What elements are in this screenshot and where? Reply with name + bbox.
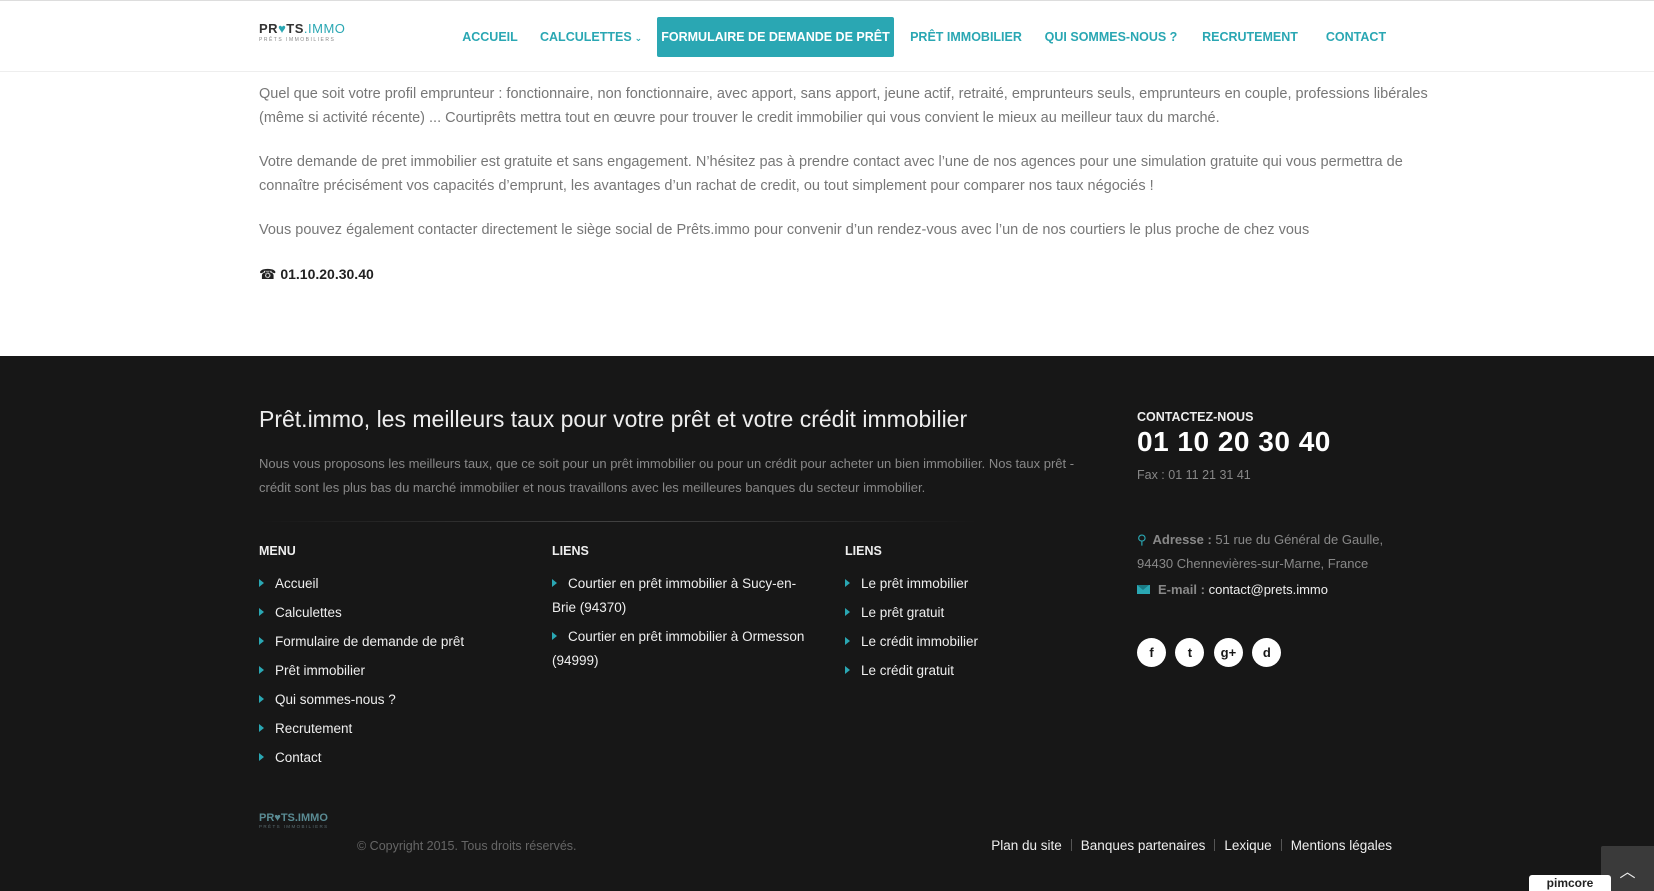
site-footer: Prêt.immo, les meilleurs taux pour votre…	[0, 356, 1654, 891]
footer-link-item[interactable]: Courtier en prêt immobilier à Sucy-en-Br…	[552, 572, 817, 620]
contact-fax: Fax : 01 11 21 31 41	[1137, 468, 1251, 482]
nav-qui-sommes-nous[interactable]: QUI SOMMES-NOUS ?	[1043, 17, 1179, 57]
contact-label: CONTACTEZ-NOUS	[1137, 410, 1254, 424]
site-header: PR♥TS.IMMO PRÊTS IMMOBILIERS ACCUEIL CAL…	[0, 0, 1654, 72]
footer-menu-item[interactable]: Recrutement	[259, 717, 529, 741]
dribbble-icon[interactable]: d	[1252, 638, 1282, 667]
caret-right-icon	[845, 666, 850, 674]
footer-logo[interactable]: PR♥TS.IMMO PRÊTS IMMOBILIERS	[259, 812, 329, 829]
caret-right-icon	[259, 608, 264, 616]
caret-right-icon	[259, 666, 264, 674]
contact-phone[interactable]: 01 10 20 30 40	[1137, 426, 1437, 458]
link-banques-partenaires[interactable]: Banques partenaires	[1081, 838, 1206, 853]
paragraph-contact: Vous pouvez également contacter directem…	[259, 222, 1310, 238]
footer-link-item[interactable]: Le prêt immobilier	[845, 572, 1095, 596]
phone-line: ☎ 01.10.20.30.40	[259, 262, 1429, 286]
caret-right-icon	[259, 637, 264, 645]
phone-icon: ☎	[259, 266, 277, 282]
social-links: f t g+ d	[1137, 638, 1286, 667]
caret-right-icon	[845, 579, 850, 587]
twitter-icon[interactable]: t	[1175, 638, 1205, 667]
chevron-down-icon: ⌄	[634, 33, 643, 43]
footer-menu-item[interactable]: Formulaire de demande de prêt	[259, 630, 529, 654]
google-plus-icon[interactable]: g+	[1213, 638, 1243, 667]
paragraph-profil: Quel que soit votre profil emprunteur : …	[259, 86, 1428, 126]
footer-contact: CONTACTEZ-NOUS 01 10 20 30 40 Fax : 01 1…	[1137, 410, 1437, 482]
footer-menu-item[interactable]: Contact	[259, 746, 529, 770]
nav-pret-immobilier[interactable]: PRÊT IMMOBILIER	[908, 17, 1024, 57]
footer-link-item[interactable]: Le prêt gratuit	[845, 601, 1095, 625]
footer-title: Prêt.immo, les meilleurs taux pour votre…	[259, 406, 968, 432]
nav-accueil[interactable]: ACCUEIL	[456, 17, 524, 57]
separator	[1280, 839, 1282, 851]
site-logo[interactable]: PR♥TS.IMMO PRÊTS IMMOBILIERS	[259, 21, 345, 47]
nav-recrutement[interactable]: RECRUTEMENT	[1197, 17, 1303, 57]
footer-menu-item[interactable]: Calculettes	[259, 601, 529, 625]
nav-contact[interactable]: CONTACT	[1322, 17, 1390, 57]
caret-right-icon	[259, 695, 264, 703]
nav-calculettes[interactable]: CALCULETTES ⌄	[540, 17, 642, 57]
caret-right-icon	[552, 632, 557, 640]
footer-menu-item[interactable]: Prêt immobilier	[259, 659, 529, 683]
footer-menu-column: MENU Accueil Calculettes Formulaire de d…	[259, 544, 529, 775]
contact-email: E-mail : contact@prets.immo	[1137, 582, 1328, 597]
copyright: © Copyright 2015. Tous droits réservés.	[357, 839, 577, 853]
facebook-icon[interactable]: f	[1137, 638, 1166, 667]
envelope-icon	[1137, 585, 1150, 594]
footer-menu-item[interactable]: Qui sommes-nous ?	[259, 688, 529, 712]
footer-liens-heading: LIENS	[552, 544, 589, 558]
footer-menu-item[interactable]: Accueil	[259, 572, 529, 596]
caret-right-icon	[845, 637, 850, 645]
email-link[interactable]: contact@prets.immo	[1209, 582, 1328, 597]
phone-number[interactable]: 01.10.20.30.40	[280, 266, 373, 282]
paragraph-demande: Votre demande de pret immobilier est gra…	[259, 154, 1403, 194]
caret-right-icon	[259, 753, 264, 761]
nav-formulaire[interactable]: FORMULAIRE DE DEMANDE DE PRÊT	[657, 17, 894, 57]
caret-right-icon	[552, 579, 557, 587]
caret-right-icon	[845, 608, 850, 616]
footer-liens-column-2: LIENS Le prêt immobilier Le prêt gratuit…	[845, 544, 1095, 688]
main-content: Quel que soit votre profil emprunteur : …	[259, 82, 1429, 286]
footer-description: Nous vous proposons les meilleurs taux, …	[259, 456, 1075, 495]
link-plan-du-site[interactable]: Plan du site	[991, 838, 1062, 853]
separator	[1070, 839, 1072, 851]
link-lexique[interactable]: Lexique	[1224, 838, 1271, 853]
footer-link-item[interactable]: Le crédit immobilier	[845, 630, 1095, 654]
chevron-up-icon: ︿	[1619, 864, 1636, 881]
separator	[1214, 839, 1216, 851]
link-mentions-legales[interactable]: Mentions légales	[1291, 838, 1392, 853]
caret-right-icon	[259, 579, 264, 587]
pimcore-badge[interactable]: pimcore	[1529, 875, 1611, 891]
footer-bottom-links: Plan du site Banques partenaires Lexique Me…	[991, 838, 1392, 853]
footer-link-item[interactable]: Le crédit gratuit	[845, 659, 1095, 683]
footer-liens-heading: LIENS	[845, 544, 882, 558]
map-marker-icon: ⚲	[1137, 532, 1147, 547]
footer-divider	[259, 521, 979, 522]
footer-menu-heading: MENU	[259, 544, 296, 558]
contact-address: ⚲ Adresse : 51 rue du Général de Gaulle, …	[1137, 532, 1384, 571]
footer-liens-column-1: LIENS Courtier en prêt immobilier à Sucy…	[552, 544, 817, 678]
footer-link-item[interactable]: Courtier en prêt immobilier à Ormesson (…	[552, 625, 817, 673]
caret-right-icon	[259, 724, 264, 732]
